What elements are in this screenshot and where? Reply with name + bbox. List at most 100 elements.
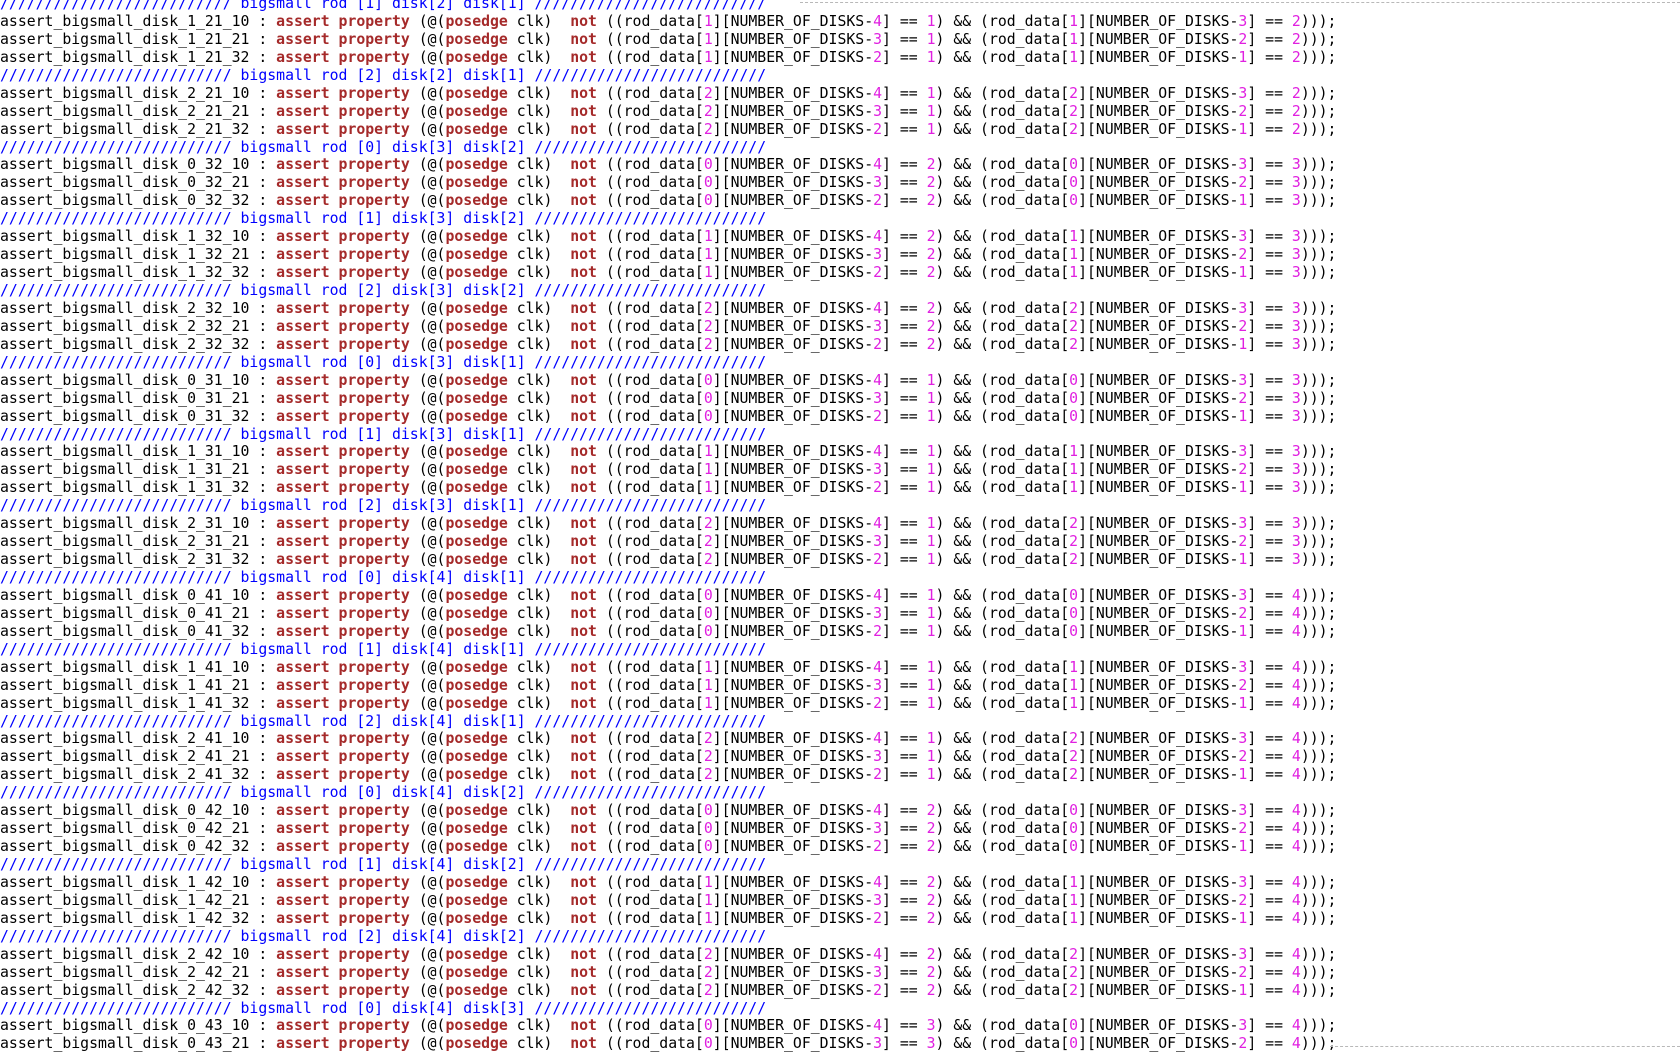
keyword-not: not	[570, 766, 597, 784]
disk-offset: 1	[1238, 192, 1248, 210]
keyword-property: property	[338, 120, 410, 138]
compare-value: 1	[926, 102, 936, 120]
assert-line: assert_bigsmall_disk_2_31_21 : assert pr…	[0, 533, 1337, 551]
disk-offset: 3	[873, 30, 883, 48]
keyword-not: not	[570, 586, 597, 604]
compare-value: 4	[1291, 748, 1301, 766]
comment-text: ////////////////////////// bigsmall rod …	[0, 425, 767, 443]
rod-index: 0	[703, 802, 713, 820]
disk-offset: 2	[873, 192, 883, 210]
code-editor[interactable]: ////////////////////////// bigsmall rod …	[0, 0, 1336, 1053]
rod-index: 2	[703, 299, 713, 317]
comment-text: ////////////////////////// bigsmall rod …	[0, 282, 767, 299]
comment-line: ////////////////////////// bigsmall rod …	[0, 713, 1336, 731]
keyword-not: not	[570, 12, 597, 30]
rod-index: 0	[703, 407, 713, 425]
assert-name: assert_bigsmall_disk_0_41_32	[0, 622, 250, 640]
rod-index: 2	[1069, 335, 1079, 353]
rod-index: 2	[1069, 84, 1079, 102]
compare-value: 1	[926, 694, 936, 712]
disk-offset: 4	[873, 371, 883, 389]
rod-index: 2	[703, 533, 713, 551]
keyword-not: not	[570, 264, 597, 282]
rod-index: 1	[1069, 676, 1079, 694]
assert-line: assert_bigsmall_disk_2_32_21 : assert pr…	[0, 317, 1337, 335]
compare-value: 2	[926, 335, 936, 353]
keyword-assert: assert	[276, 156, 330, 174]
disk-offset: 3	[1238, 515, 1248, 533]
rod-index: 0	[703, 604, 713, 622]
assert-name: assert_bigsmall_disk_1_32_32	[0, 264, 250, 282]
assert-name: assert_bigsmall_disk_2_42_21	[0, 963, 250, 981]
assert-name: assert_bigsmall_disk_1_32_10	[0, 228, 250, 246]
disk-offset: 2	[1238, 963, 1248, 981]
assert-name: assert_bigsmall_disk_1_31_21	[0, 461, 250, 479]
compare-value: 2	[926, 963, 936, 981]
rod-index: 1	[703, 443, 713, 461]
compare-value: 4	[1291, 766, 1301, 784]
keyword-posedge: posedge	[445, 802, 508, 820]
compare-value: 4	[1291, 838, 1301, 856]
compare-value: 1	[926, 515, 936, 533]
rod-index: 1	[703, 694, 713, 712]
keyword-posedge: posedge	[445, 479, 508, 497]
compare-value: 1	[926, 604, 936, 622]
compare-value: 1	[926, 407, 936, 425]
keyword-property: property	[338, 12, 410, 30]
disk-offset: 2	[873, 407, 883, 425]
assert-name: assert_bigsmall_disk_2_41_10	[0, 730, 250, 748]
compare-value: 2	[926, 838, 936, 856]
keyword-assert: assert	[276, 30, 330, 48]
keyword-posedge: posedge	[445, 264, 508, 282]
keyword-property: property	[338, 533, 410, 551]
compare-value: 3	[1291, 443, 1301, 461]
keyword-posedge: posedge	[445, 658, 508, 676]
assert-line: assert_bigsmall_disk_0_42_21 : assert pr…	[0, 820, 1337, 838]
assert-name: assert_bigsmall_disk_0_42_32	[0, 838, 250, 856]
keyword-posedge: posedge	[445, 838, 508, 856]
compare-value: 4	[1291, 676, 1301, 694]
keyword-assert: assert	[276, 945, 330, 963]
compare-value: 2	[1291, 48, 1301, 66]
assert-name: assert_bigsmall_disk_1_41_32	[0, 694, 250, 712]
keyword-not: not	[570, 389, 597, 407]
assert-line: assert_bigsmall_disk_0_42_10 : assert pr…	[0, 802, 1337, 820]
assert-line: assert_bigsmall_disk_1_32_32 : assert pr…	[0, 264, 1337, 282]
comment-line: ////////////////////////// bigsmall rod …	[0, 139, 1336, 157]
comment-line: ////////////////////////// bigsmall rod …	[0, 210, 1336, 228]
keyword-posedge: posedge	[445, 676, 508, 694]
keyword-property: property	[338, 604, 410, 622]
assert-name: assert_bigsmall_disk_2_31_10	[0, 515, 250, 533]
rod-index: 0	[1069, 192, 1079, 210]
keyword-property: property	[338, 371, 410, 389]
comment-line: ////////////////////////// bigsmall rod …	[0, 928, 1336, 946]
keyword-posedge: posedge	[445, 622, 508, 640]
keyword-property: property	[338, 658, 410, 676]
keyword-assert: assert	[276, 891, 330, 909]
rod-index: 0	[1069, 604, 1079, 622]
keyword-assert: assert	[276, 981, 330, 999]
keyword-property: property	[338, 48, 410, 66]
keyword-not: not	[570, 317, 597, 335]
compare-value: 2	[926, 264, 936, 282]
rod-index: 0	[703, 1017, 713, 1035]
keyword-posedge: posedge	[445, 981, 508, 999]
rod-index: 2	[1069, 730, 1079, 748]
assert-line: assert_bigsmall_disk_1_42_10 : assert pr…	[0, 873, 1337, 891]
compare-value: 1	[926, 443, 936, 461]
assert-line: assert_bigsmall_disk_2_41_21 : assert pr…	[0, 748, 1337, 766]
compare-value: 4	[1291, 730, 1301, 748]
keyword-property: property	[338, 909, 410, 927]
rod-index: 2	[1069, 515, 1079, 533]
keyword-posedge: posedge	[445, 891, 508, 909]
assert-line: assert_bigsmall_disk_1_42_21 : assert pr…	[0, 891, 1337, 909]
keyword-posedge: posedge	[445, 873, 508, 891]
keyword-assert: assert	[276, 909, 330, 927]
assert-name: assert_bigsmall_disk_1_42_21	[0, 891, 250, 909]
rod-index: 0	[1069, 371, 1079, 389]
keyword-not: not	[570, 1017, 597, 1035]
comment-text: ////////////////////////// bigsmall rod …	[0, 569, 767, 586]
assert-name: assert_bigsmall_disk_1_41_21	[0, 676, 250, 694]
keyword-not: not	[570, 48, 597, 66]
keyword-posedge: posedge	[445, 228, 508, 246]
